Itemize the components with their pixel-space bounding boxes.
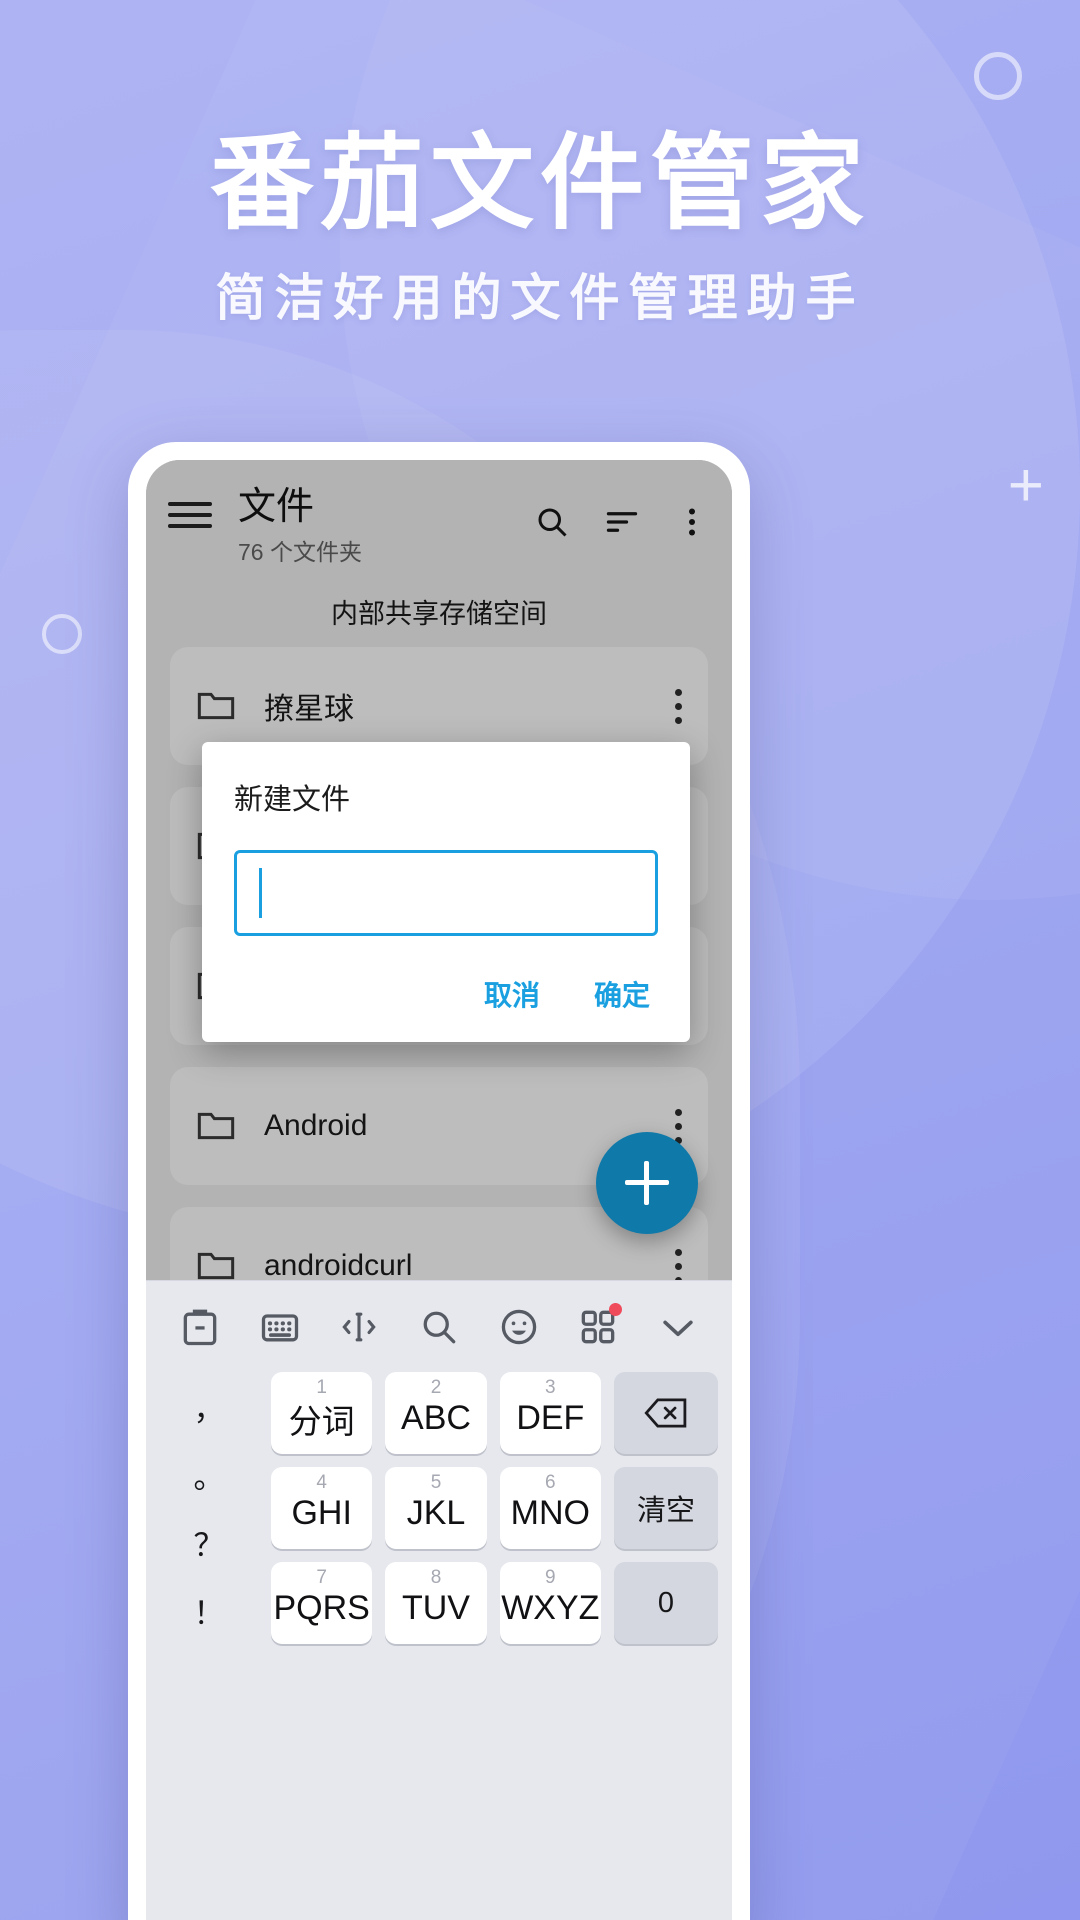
punct-key-question[interactable]: ？ — [194, 1520, 225, 1565]
key-label: 分词 — [288, 1402, 355, 1440]
key-label: JKL — [406, 1494, 466, 1532]
app-bar-actions — [534, 504, 710, 540]
phone-screen: 文件 76 个文件夹 内部共享存储空间 撩星球 Android androidc… — [146, 460, 732, 1920]
punct-key-exclaim[interactable]: ！ — [194, 1588, 225, 1633]
app-bar-titles: 文件 76 个文件夹 — [238, 486, 534, 567]
keyboard-grid: ， 。 ？ ！ 1 分词 2 ABC 3 DEF 4 GHI 5 JKL 6 M… — [146, 1372, 732, 1654]
add-floating-action-button[interactable] — [596, 1132, 698, 1234]
more-vertical-icon[interactable] — [674, 688, 682, 724]
notification-badge — [609, 1302, 623, 1316]
key-number: 3 — [545, 1377, 556, 1398]
folder-icon — [196, 1249, 236, 1283]
key-number: 4 — [316, 1472, 327, 1493]
clipboard-icon[interactable] — [178, 1305, 222, 1349]
key-number: 7 — [316, 1567, 327, 1588]
key-label: DEF — [516, 1399, 585, 1437]
key-1[interactable]: 1 分词 — [271, 1372, 373, 1454]
decorative-plus-icon: + — [1007, 451, 1044, 520]
new-file-dialog: 新建文件 取消 确定 — [202, 742, 690, 1042]
key-label: GHI — [291, 1494, 352, 1532]
folder-count-label: 76 个文件夹 — [238, 538, 362, 565]
punct-key-comma[interactable]: ， — [194, 1384, 225, 1429]
decorative-ring-icon — [974, 52, 1022, 100]
clear-key[interactable]: 清空 — [614, 1467, 718, 1549]
key-6[interactable]: 6 MNO — [499, 1467, 601, 1549]
promo-title: 番茄文件管家 — [209, 126, 870, 242]
cancel-button[interactable]: 取消 — [484, 974, 540, 1014]
backspace-icon — [643, 1396, 689, 1430]
key-8[interactable]: 8 TUV — [385, 1562, 487, 1644]
zero-key[interactable]: 0 — [614, 1562, 718, 1644]
key-3[interactable]: 3 DEF — [499, 1372, 601, 1454]
app-bar: 文件 76 个文件夹 — [146, 460, 732, 570]
key-2[interactable]: 2 ABC — [385, 1372, 487, 1454]
search-icon[interactable] — [534, 504, 570, 540]
more-vertical-icon[interactable] — [674, 1108, 682, 1144]
dialog-title: 新建文件 — [234, 784, 351, 816]
text-caret — [259, 868, 262, 918]
backspace-key[interactable] — [614, 1372, 718, 1454]
key-4[interactable]: 4 GHI — [271, 1467, 373, 1549]
key-label: PQRS — [273, 1589, 370, 1627]
chevron-down-icon[interactable] — [656, 1305, 700, 1349]
phone-mockup: 文件 76 个文件夹 内部共享存储空间 撩星球 Android androidc… — [128, 442, 750, 1920]
keyboard-toolbar — [146, 1280, 732, 1372]
key-number: 5 — [430, 1472, 442, 1493]
punctuation-column: ， 。 ？ ！ — [160, 1372, 258, 1644]
storage-location-label: 内部共享存储空间 — [331, 599, 547, 629]
key-label: ABC — [401, 1399, 471, 1437]
confirm-button[interactable]: 确定 — [594, 974, 650, 1014]
cursor-move-icon[interactable] — [337, 1305, 381, 1349]
key-number: 2 — [430, 1377, 442, 1398]
file-name-input[interactable] — [234, 850, 658, 936]
hero-text-block: 番茄文件管家 简洁好用的文件管理助手 — [0, 128, 1080, 330]
more-vertical-icon[interactable] — [674, 1248, 682, 1284]
plus-icon — [625, 1161, 669, 1205]
key-label: TUV — [401, 1589, 470, 1627]
key-number: 1 — [316, 1377, 327, 1398]
emoji-icon[interactable] — [497, 1305, 541, 1349]
key-5[interactable]: 5 JKL — [385, 1467, 487, 1549]
keyboard-icon[interactable] — [258, 1305, 302, 1349]
folder-name: Android — [264, 1109, 368, 1142]
punct-key-period[interactable]: 。 — [194, 1452, 225, 1497]
search-icon[interactable] — [417, 1305, 461, 1349]
folder-name: 撩星球 — [264, 693, 354, 726]
hamburger-menu-icon[interactable] — [168, 502, 212, 528]
key-label: WXYZ — [501, 1589, 600, 1627]
key-7[interactable]: 7 PQRS — [271, 1562, 373, 1644]
more-vertical-icon[interactable] — [674, 504, 710, 540]
on-screen-keyboard: ， 。 ？ ！ 1 分词 2 ABC 3 DEF 4 GHI 5 JKL 6 M… — [146, 1280, 732, 1920]
page-title: 文件 — [238, 486, 315, 528]
sort-icon[interactable] — [604, 504, 640, 540]
key-number: 8 — [430, 1567, 442, 1588]
key-number: 9 — [545, 1567, 556, 1588]
promo-subtitle: 简洁好用的文件管理助手 — [215, 270, 865, 327]
grid-apps-icon[interactable] — [576, 1302, 623, 1349]
key-label: MNO — [510, 1494, 590, 1532]
folder-icon — [196, 1109, 236, 1143]
folder-icon — [196, 689, 236, 723]
decorative-ring-icon — [42, 614, 82, 654]
dialog-actions: 取消 确定 — [234, 974, 658, 1024]
key-number: 6 — [545, 1472, 556, 1493]
key-9[interactable]: 9 WXYZ — [499, 1562, 601, 1644]
folder-name: androidcurl — [264, 1249, 413, 1282]
